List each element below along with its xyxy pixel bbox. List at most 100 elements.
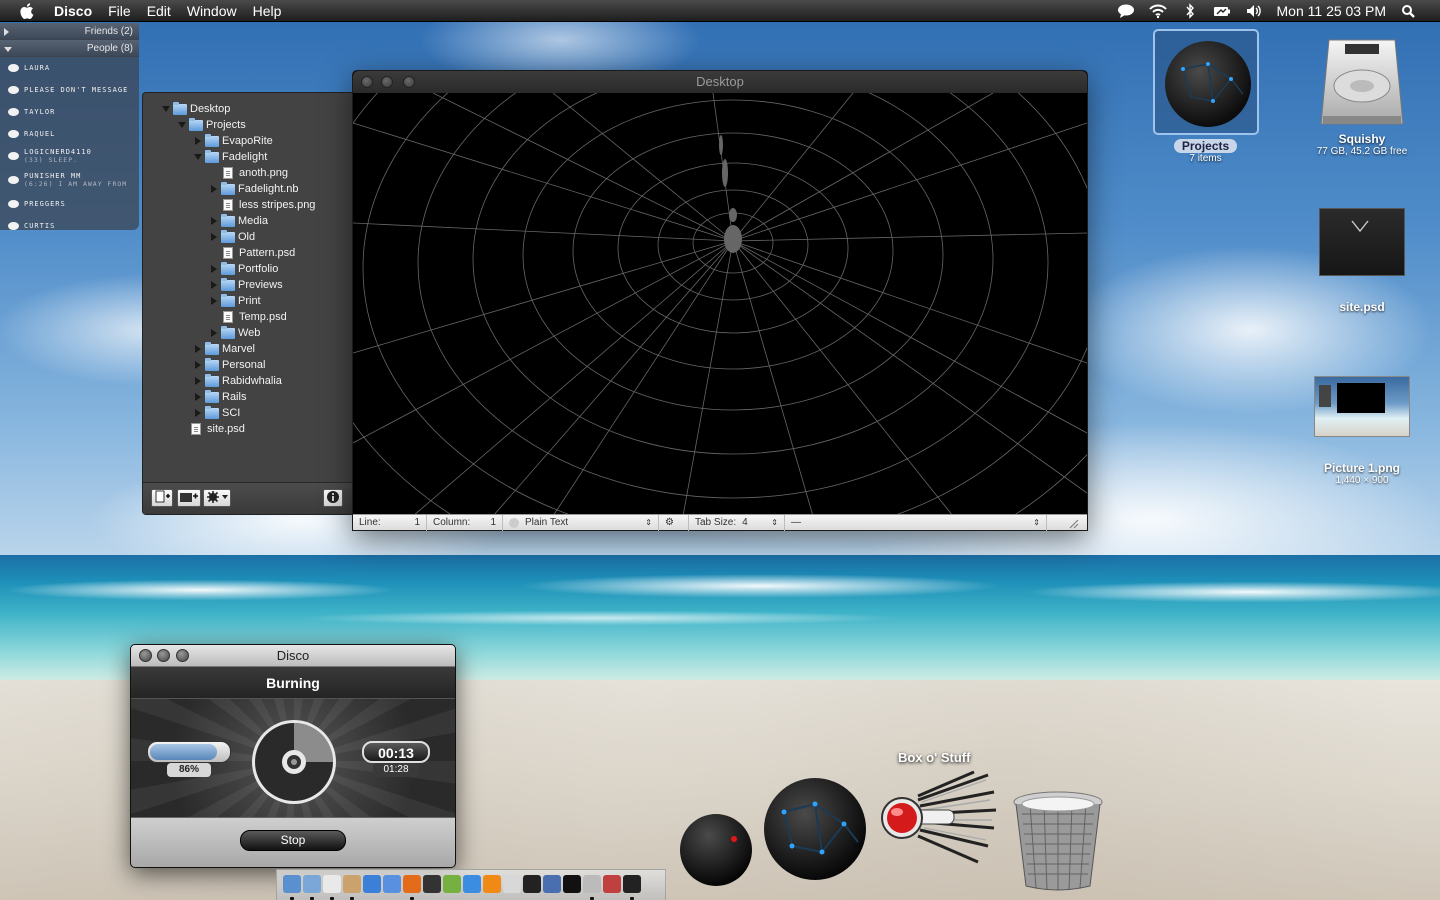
disclosure-collapsed-icon[interactable] [193, 136, 203, 146]
menu-file[interactable]: File [108, 3, 131, 19]
buddy-row[interactable]: Punisher MM (6:26) I am away from [0, 167, 139, 193]
apple-menu-icon[interactable] [20, 2, 38, 19]
tree-folder-item[interactable]: EvapoRite [143, 133, 353, 149]
tree-folder-item[interactable]: Rails [143, 389, 353, 405]
tree-folder-item[interactable]: Fadelight [143, 149, 353, 165]
tree-folder-item[interactable]: Print [143, 293, 353, 309]
bluetooth-icon[interactable] [1181, 2, 1199, 19]
menu-help[interactable]: Help [253, 3, 282, 19]
new-folder-button[interactable] [177, 489, 201, 507]
tree-folder-item[interactable]: Web [143, 325, 353, 341]
network-sphere-icon[interactable] [762, 776, 868, 882]
close-button[interactable] [361, 76, 373, 88]
desktop-icon-picture[interactable]: Picture 1.png 1,440 × 900 [1306, 376, 1418, 486]
ical-icon[interactable] [323, 875, 341, 893]
mail-icon[interactable] [303, 875, 321, 893]
wifi-icon[interactable] [1148, 3, 1167, 19]
pen-icon[interactable] [543, 875, 561, 893]
ink-icon[interactable] [423, 875, 441, 893]
keyboard-icon[interactable] [523, 875, 541, 893]
symbol-popup[interactable]: — ⇕ [785, 514, 1047, 531]
disclosure-collapsed-icon[interactable] [209, 328, 219, 338]
desktop-icon-site-psd[interactable]: site.psd [1312, 208, 1412, 314]
safari-icon[interactable] [363, 875, 381, 893]
zoom-button[interactable] [176, 649, 189, 662]
disclosure-collapsed-icon[interactable] [193, 392, 203, 402]
buddy-row[interactable]: Taylor [0, 101, 139, 123]
tree-folder-item[interactable]: Desktop [143, 101, 353, 117]
tree-folder-item[interactable]: Marvel [143, 341, 353, 357]
menu-edit[interactable]: Edit [147, 3, 171, 19]
spotlight-icon[interactable] [1400, 3, 1418, 19]
tree-folder-item[interactable]: Media [143, 213, 353, 229]
tree-file-item[interactable]: anoth.png [143, 165, 353, 181]
action-menu-button[interactable] [203, 489, 231, 507]
buddy-group-people[interactable]: People (8) [0, 40, 139, 57]
editor-text-area[interactable] [353, 93, 1087, 516]
menubar-clock[interactable]: Mon 11 25 03 PM [1277, 3, 1386, 19]
desktop-icon-projects[interactable]: Projects 7 items [1152, 29, 1259, 164]
tree-folder-item[interactable]: Personal [143, 357, 353, 373]
tree-file-item[interactable]: site.psd [143, 421, 353, 437]
disclosure-collapsed-icon[interactable] [209, 184, 219, 194]
finder-icon[interactable] [283, 875, 301, 893]
tab-size-popup[interactable]: Tab Size: 4 ⇕ [689, 514, 785, 531]
tree-folder-item[interactable]: SCI [143, 405, 353, 421]
buddy-row[interactable]: preggers [0, 193, 139, 215]
disclosure-expanded-icon[interactable] [193, 152, 203, 162]
syntax-popup[interactable]: Plain Text ⇕ [503, 514, 659, 531]
disclosure-collapsed-icon[interactable] [193, 360, 203, 370]
vlc-icon[interactable] [483, 875, 501, 893]
dark-orb-icon[interactable] [678, 812, 754, 888]
column-indicator[interactable]: Column: 1 [427, 514, 503, 531]
minimize-button[interactable] [381, 76, 393, 88]
tree-folder-item[interactable]: Rabidwhalia [143, 373, 353, 389]
preview-icon[interactable] [503, 875, 521, 893]
disclosure-collapsed-icon[interactable] [209, 232, 219, 242]
terminal-icon[interactable] [623, 875, 641, 893]
disclosure-collapsed-icon[interactable] [4, 28, 9, 36]
box-o-stuff-stack-icon[interactable] [878, 770, 998, 870]
disclosure-collapsed-icon[interactable] [193, 344, 203, 354]
app-menu[interactable]: Disco [54, 3, 92, 19]
disclosure-expanded-icon[interactable] [161, 104, 171, 114]
minimize-button[interactable] [157, 649, 170, 662]
addressbook-icon[interactable] [343, 875, 361, 893]
volume-icon[interactable] [1245, 3, 1263, 19]
disclosure-collapsed-icon[interactable] [193, 376, 203, 386]
buddy-row[interactable]: Please don't message [0, 79, 139, 101]
disclosure-collapsed-icon[interactable] [209, 216, 219, 226]
tree-folder-item[interactable]: Fadelight.nb [143, 181, 353, 197]
disco-titlebar[interactable]: Disco [131, 645, 455, 667]
firefox-icon[interactable] [403, 875, 421, 893]
disclosure-collapsed-icon[interactable] [209, 264, 219, 274]
dvd-icon[interactable] [563, 875, 581, 893]
battery-icon[interactable] [1213, 3, 1231, 19]
network-icon[interactable] [383, 875, 401, 893]
resize-grip[interactable] [1047, 515, 1081, 531]
tree-file-item[interactable]: Pattern.psd [143, 245, 353, 261]
cube-icon[interactable] [583, 875, 601, 893]
tree-file-item[interactable]: less stripes.png [143, 197, 353, 213]
chat-bubble-icon[interactable] [1117, 3, 1135, 19]
new-file-button[interactable] [151, 489, 173, 507]
disclosure-expanded-icon[interactable] [177, 120, 187, 130]
close-button[interactable] [139, 649, 152, 662]
buddy-row[interactable]: Raquel [0, 123, 139, 145]
zoom-button[interactable] [403, 76, 415, 88]
disclosure-expanded-icon[interactable] [4, 47, 12, 52]
trash-icon[interactable] [1010, 790, 1106, 894]
tree-file-item[interactable]: Temp.psd [143, 309, 353, 325]
line-indicator[interactable]: Line: 1 [353, 514, 427, 531]
buddy-row[interactable]: logicnerd4110 (33) sleep. [0, 145, 139, 167]
desktop-icon-squishy[interactable]: Squishy 77 GB, 45.2 GB free [1305, 36, 1419, 157]
adium-icon[interactable] [443, 875, 461, 893]
buddy-group-friends[interactable]: Friends (2) [0, 23, 139, 40]
stop-button[interactable]: Stop [240, 830, 346, 851]
disclosure-collapsed-icon[interactable] [193, 408, 203, 418]
info-button[interactable] [323, 489, 343, 507]
tree-folder-item[interactable]: Projects [143, 117, 353, 133]
itunes-icon[interactable] [463, 875, 481, 893]
buddy-row[interactable]: Laura [0, 57, 139, 79]
photo-icon[interactable] [603, 875, 621, 893]
